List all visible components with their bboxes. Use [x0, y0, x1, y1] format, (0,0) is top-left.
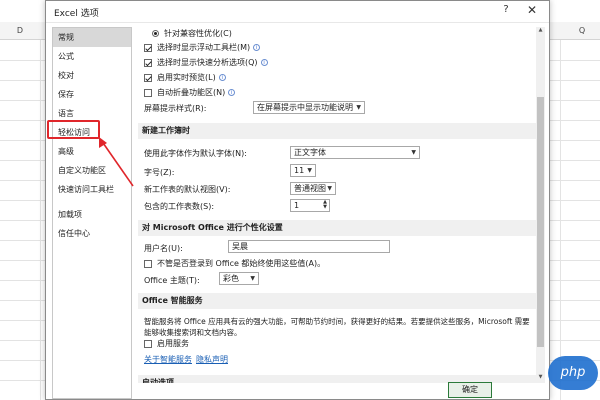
username-row: 用户名(U):: [144, 243, 183, 254]
tooltip-style-label: 屏幕提示样式(R):: [144, 104, 207, 113]
quick-analysis-label: 选择时显示快速分析选项(Q): [157, 58, 258, 67]
sheet-count-value: 1: [294, 201, 300, 210]
info-icon: i: [228, 89, 236, 96]
nav-item-general[interactable]: 常规: [53, 28, 131, 47]
nav-item-quick-access[interactable]: 快速访问工具栏: [53, 180, 131, 199]
font-size-select[interactable]: 11 ▼: [290, 164, 316, 177]
privacy-statement-link[interactable]: 隐私声明: [196, 354, 228, 365]
nav-item-advanced[interactable]: 高级: [53, 142, 131, 161]
sheet-count-stepper[interactable]: 1 ▲ ▼: [290, 199, 330, 212]
username-input[interactable]: 吴晨: [228, 240, 390, 253]
scroll-up-icon[interactable]: ▲: [536, 27, 545, 36]
live-preview-label: 启用实时预览(L): [157, 73, 216, 82]
default-view-select[interactable]: 普通视图 ▼: [290, 182, 336, 195]
option-live-preview[interactable]: 启用实时预览(L) i: [144, 72, 226, 83]
help-button[interactable]: ?: [499, 4, 513, 20]
section-smart-services: Office 智能服务: [138, 293, 536, 309]
always-use-label: 不管是否登录到 Office 都始终使用这些值(A)。: [157, 259, 326, 268]
default-font-value: 正文字体: [294, 148, 326, 157]
close-button[interactable]: ✕: [525, 3, 539, 19]
tooltip-style-select[interactable]: 在屏幕提示中显示功能说明 ▼: [253, 101, 365, 114]
chevron-down-icon: ▼: [327, 185, 332, 192]
grid-line: [40, 40, 41, 400]
default-font-select[interactable]: 正文字体 ▼: [290, 146, 420, 159]
chevron-down-icon: ▼: [411, 149, 416, 156]
dialog-footer: 确定: [46, 381, 551, 399]
content-scrollbar[interactable]: ▲ ▼: [536, 27, 545, 383]
nav-item-customize-ribbon[interactable]: 自定义功能区: [53, 161, 131, 180]
nav-item-formulas[interactable]: 公式: [53, 47, 131, 66]
php-watermark-logo: php: [548, 356, 598, 390]
smart-services-description: 智能服务将 Office 应用具有云的强大功能，可帮助节约时间，获得更好的结果。…: [144, 317, 530, 337]
options-nav: 常规 公式 校对 保存 语言 轻松访问 高级 自定义功能区 快速访问工具栏 加载…: [52, 27, 132, 399]
quick-analysis-checkbox[interactable]: [144, 58, 152, 67]
font-size-label: 字号(Z):: [144, 168, 175, 177]
always-use-checkbox[interactable]: [144, 259, 152, 268]
chevron-down-icon: ▼: [307, 167, 312, 174]
excel-options-dialog: Excel 选项 ? ✕ 常规 公式 校对 保存 语言 轻松访问 高级 自定义功…: [45, 0, 550, 400]
enable-services-row[interactable]: 启用服务: [144, 338, 189, 349]
dialog-titlebar: Excel 选项 ? ✕: [46, 1, 549, 23]
grid-line: [560, 40, 561, 400]
highlight-box-advanced: [47, 120, 100, 139]
compat-label: 针对兼容性优化(C): [164, 29, 232, 38]
option-compat[interactable]: 针对兼容性优化(C): [152, 28, 232, 39]
section-personalize: 对 Microsoft Office 进行个性化设置: [138, 220, 536, 236]
sheet-count-row: 包含的工作表数(S):: [144, 201, 214, 212]
theme-select[interactable]: 彩色 ▼: [219, 272, 259, 285]
nav-item-proofing[interactable]: 校对: [53, 66, 131, 85]
default-view-label: 新工作表的默认视图(V):: [144, 185, 231, 194]
enable-services-label: 启用服务: [157, 339, 189, 348]
ok-button[interactable]: 确定: [448, 382, 492, 398]
tooltip-style-value: 在屏幕提示中显示功能说明: [257, 103, 353, 112]
option-collapse-ribbon[interactable]: 自动折叠功能区(N) i: [144, 87, 236, 98]
enable-services-checkbox[interactable]: [144, 339, 152, 348]
about-smart-services-link[interactable]: 关于智能服务: [144, 354, 192, 365]
option-float-toolbar[interactable]: 选择时显示浮动工具栏(M) i: [144, 42, 261, 53]
tooltip-style-row: 屏幕提示样式(R):: [144, 103, 207, 114]
options-content: 针对兼容性优化(C) 选择时显示浮动工具栏(M) i 选择时显示快速分析选项(Q…: [138, 27, 540, 383]
nav-item-trust-center[interactable]: 信任中心: [53, 224, 131, 243]
nav-item-addins[interactable]: 加载项: [53, 205, 131, 224]
sheet-count-label: 包含的工作表数(S):: [144, 202, 215, 211]
collapse-ribbon-label: 自动折叠功能区(N): [157, 88, 226, 97]
column-header-d[interactable]: D: [10, 26, 30, 40]
theme-row: Office 主题(T):: [144, 275, 200, 286]
font-size-value: 11: [294, 166, 305, 175]
spin-arrows-icon[interactable]: ▲ ▼: [323, 200, 327, 210]
default-view-row: 新工作表的默认视图(V):: [144, 184, 230, 195]
default-view-value: 普通视图: [294, 184, 326, 193]
dialog-title: Excel 选项: [54, 9, 99, 19]
float-toolbar-checkbox[interactable]: [144, 43, 152, 52]
nav-item-save[interactable]: 保存: [53, 85, 131, 104]
default-font-label: 使用此字体作为默认字体(N):: [144, 149, 247, 158]
info-icon: i: [253, 44, 261, 51]
scroll-thumb[interactable]: [537, 97, 544, 347]
info-icon: i: [218, 74, 226, 81]
always-use-row[interactable]: 不管是否登录到 Office 都始终使用这些值(A)。: [144, 258, 325, 269]
collapse-ribbon-checkbox[interactable]: [144, 88, 152, 97]
theme-value: 彩色: [223, 274, 239, 283]
font-size-row: 字号(Z):: [144, 167, 174, 178]
section-new-workbook: 新建工作簿时: [138, 123, 536, 139]
default-font-row: 使用此字体作为默认字体(N):: [144, 148, 247, 159]
column-header-q[interactable]: Q: [572, 26, 592, 40]
username-label: 用户名(U):: [144, 244, 183, 253]
chevron-down-icon: ▼: [250, 275, 255, 282]
compat-radio[interactable]: [152, 30, 159, 37]
float-toolbar-label: 选择时显示浮动工具栏(M): [157, 43, 251, 52]
live-preview-checkbox[interactable]: [144, 73, 152, 82]
info-icon: i: [260, 59, 268, 66]
option-quick-analysis[interactable]: 选择时显示快速分析选项(Q) i: [144, 57, 268, 68]
theme-label: Office 主题(T):: [144, 276, 200, 285]
chevron-down-icon: ▼: [356, 104, 361, 111]
